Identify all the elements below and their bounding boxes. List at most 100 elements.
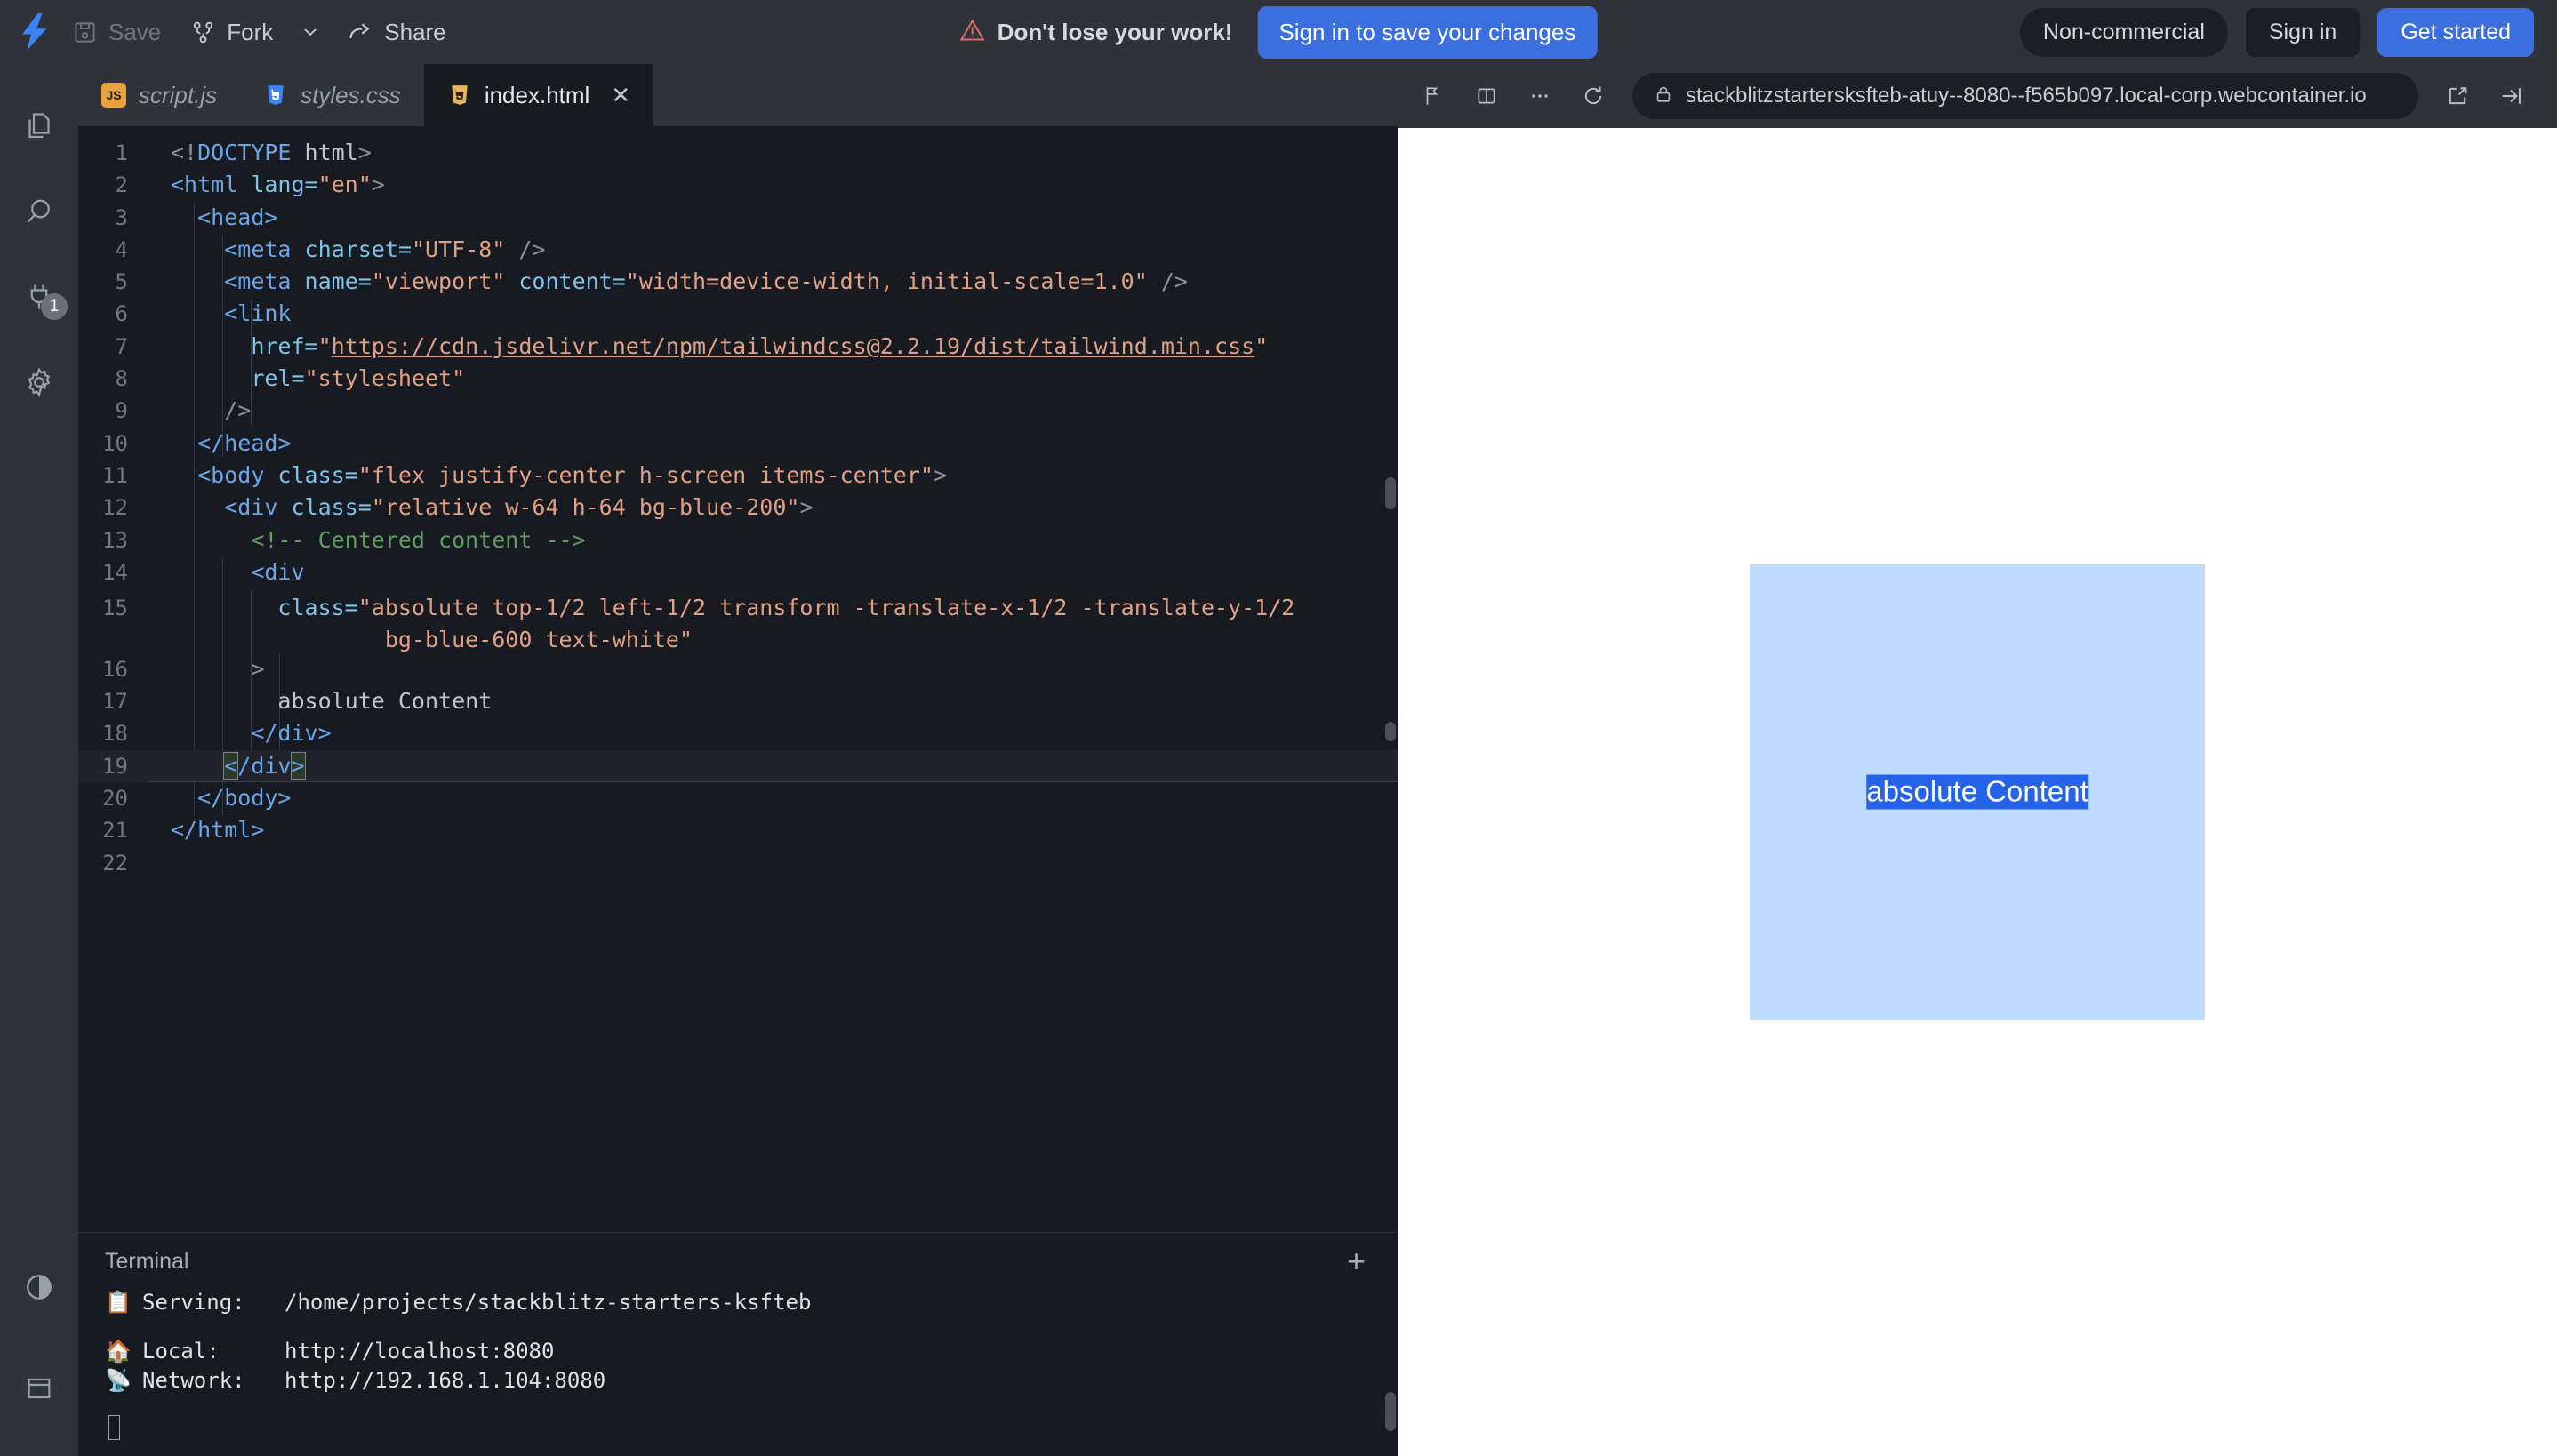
- save-disk-icon: [73, 20, 97, 44]
- code-line: 9 />: [78, 395, 1398, 427]
- files-icon[interactable]: [0, 84, 78, 169]
- terminal-row: 📡 Network: http://192.168.1.104:8080: [105, 1366, 1371, 1396]
- open-external-icon[interactable]: [2431, 69, 2484, 123]
- line-number: 21: [102, 818, 128, 844]
- save-button[interactable]: Save: [60, 12, 173, 53]
- search-icon[interactable]: [0, 169, 78, 254]
- split-view-icon[interactable]: [1460, 69, 1513, 123]
- signin-button[interactable]: Sign in: [2245, 7, 2361, 57]
- line-number: 6: [115, 301, 128, 327]
- code-text: <body class="flex justify-center h-scree…: [197, 461, 948, 488]
- header-right-group: Non-commercial Sign in Get started: [2019, 7, 2534, 57]
- editor-column: JS script.js styles.css index.html ✕ 1 <…: [78, 64, 1398, 1456]
- save-label: Save: [108, 18, 162, 45]
- blue-container-box: absolute Content: [1750, 564, 2205, 1020]
- code-line: 15 class="absolute top-1/2 left-1/2 tran…: [78, 588, 1398, 653]
- more-options-icon[interactable]: [1513, 69, 1567, 123]
- terminal-row-value: http://localhost:8080: [285, 1339, 555, 1364]
- code-line: 14 <div: [78, 556, 1398, 588]
- tab-script-js[interactable]: JS script.js: [78, 64, 240, 126]
- close-icon[interactable]: ✕: [611, 82, 630, 109]
- warning-text: Don't lose your work!: [997, 18, 1233, 45]
- code-text: <head>: [197, 204, 278, 230]
- stackblitz-ide: Save Fork Share Don't lose your work! Si…: [0, 0, 2557, 1456]
- activity-bar: 1: [0, 64, 78, 1456]
- code-text: <meta name="viewport" content="width=dev…: [224, 268, 1188, 295]
- line-number: 14: [102, 559, 128, 585]
- plug-badge: 1: [41, 293, 68, 320]
- code-text: <div: [251, 558, 305, 585]
- fork-icon: [191, 20, 215, 44]
- app-header: Save Fork Share Don't lose your work! Si…: [0, 0, 2557, 64]
- line-number: 9: [115, 398, 128, 424]
- url-input[interactable]: stackblitzstartersksfteb-atuy--8080--f56…: [1632, 73, 2418, 119]
- js-file-icon: JS: [101, 83, 126, 108]
- html-file-icon: [447, 83, 472, 108]
- editor-tabbar: JS script.js styles.css index.html ✕: [78, 64, 1398, 126]
- code-line: 11 <body class="flex justify-center h-sc…: [78, 460, 1398, 492]
- editor-scrollbar[interactable]: [1382, 126, 1398, 1232]
- header-center-group: Don't lose your work! Sign in to save yo…: [959, 5, 1598, 59]
- preview-viewport[interactable]: absolute Content: [1398, 128, 2557, 1456]
- line-number: 3: [115, 204, 128, 230]
- preview-pane: stackblitzstartersksfteb-atuy--8080--f56…: [1398, 64, 2557, 1456]
- terminal-row-key: Network:: [142, 1368, 245, 1393]
- get-started-button[interactable]: Get started: [2377, 7, 2534, 57]
- code-text: <meta charset="UTF-8" />: [224, 236, 546, 262]
- inspect-icon[interactable]: [1407, 69, 1460, 123]
- stackblitz-bolt-logo[interactable]: [16, 13, 55, 51]
- code-text: <html lang="en">: [171, 172, 385, 198]
- code-line: 16 >: [78, 653, 1398, 685]
- tab-index-html[interactable]: index.html ✕: [423, 64, 654, 126]
- fork-dropdown-button[interactable]: [291, 14, 330, 50]
- plug-icon[interactable]: 1: [0, 254, 78, 340]
- code-text: >: [251, 655, 265, 682]
- noncommercial-badge[interactable]: Non-commercial: [2019, 7, 2228, 57]
- clipboard-icon: 📋: [105, 1290, 132, 1315]
- tab-label: styles.css: [301, 81, 401, 108]
- code-text: absolute Content: [277, 688, 493, 715]
- warning-triangle-icon: [959, 18, 985, 47]
- code-line: 1 <!DOCTYPE html>: [78, 137, 1398, 169]
- share-button[interactable]: Share: [335, 12, 458, 53]
- code-line: 20 </body>: [78, 782, 1398, 814]
- editor-scrollbar-thumb[interactable]: [1385, 477, 1396, 509]
- tab-styles-css[interactable]: styles.css: [240, 64, 424, 126]
- preview-toolbar: stackblitzstartersksfteb-atuy--8080--f56…: [1398, 64, 2557, 128]
- code-editor[interactable]: 1 <!DOCTYPE html> 2 <html lang="en"> 3 <…: [78, 126, 1398, 1232]
- code-line: 3 <head>: [78, 202, 1398, 234]
- code-line: 6 <link: [78, 298, 1398, 330]
- header-left-group: Save Fork Share: [16, 12, 459, 53]
- line-number: 5: [115, 269, 128, 295]
- layout-panel-icon[interactable]: [0, 1346, 78, 1431]
- collapse-right-icon[interactable]: [2484, 69, 2537, 123]
- terminal-scrollbar-thumb[interactable]: [1385, 1392, 1396, 1431]
- code-line: 12 <div class="relative w-64 h-64 bg-blu…: [78, 492, 1398, 524]
- url-text: stackblitzstartersksfteb-atuy--8080--f56…: [1686, 84, 2367, 108]
- gear-icon[interactable]: [0, 340, 78, 425]
- code-line: 13 <!-- Centered content -->: [78, 524, 1398, 556]
- line-number: 15: [102, 596, 128, 621]
- terminal-row: 📋 Serving: /home/projects/stackblitz-sta…: [105, 1288, 1371, 1317]
- editor-scrollbar-thumb[interactable]: [1385, 722, 1396, 741]
- code-line: 2 <html lang="en">: [78, 169, 1398, 201]
- share-label: Share: [384, 18, 446, 45]
- signin-to-save-button[interactable]: Sign in to save your changes: [1257, 5, 1598, 59]
- code-line: 7 href="https://cdn.jsdelivr.net/npm/tai…: [78, 331, 1398, 363]
- line-number: 11: [102, 462, 128, 488]
- line-number: 12: [102, 495, 128, 521]
- code-text: rel="stylesheet": [251, 365, 466, 392]
- line-number: 8: [115, 366, 128, 392]
- activity-bar-bottom: [0, 1244, 78, 1456]
- tab-label: index.html: [484, 81, 590, 108]
- fork-button[interactable]: Fork: [179, 12, 285, 53]
- terminal-output[interactable]: 📋 Serving: /home/projects/stackblitz-sta…: [78, 1283, 1398, 1445]
- theme-toggle-icon[interactable]: [0, 1244, 78, 1330]
- line-number: 10: [102, 430, 128, 456]
- href-url[interactable]: https://cdn.jsdelivr.net/npm/tailwindcss…: [332, 333, 1255, 359]
- code-text: </head>: [197, 429, 292, 456]
- code-line: 5 <meta name="viewport" content="width=d…: [78, 266, 1398, 298]
- reload-icon[interactable]: [1567, 69, 1620, 123]
- code-text: <link: [224, 300, 292, 327]
- add-terminal-button[interactable]: +: [1342, 1245, 1371, 1277]
